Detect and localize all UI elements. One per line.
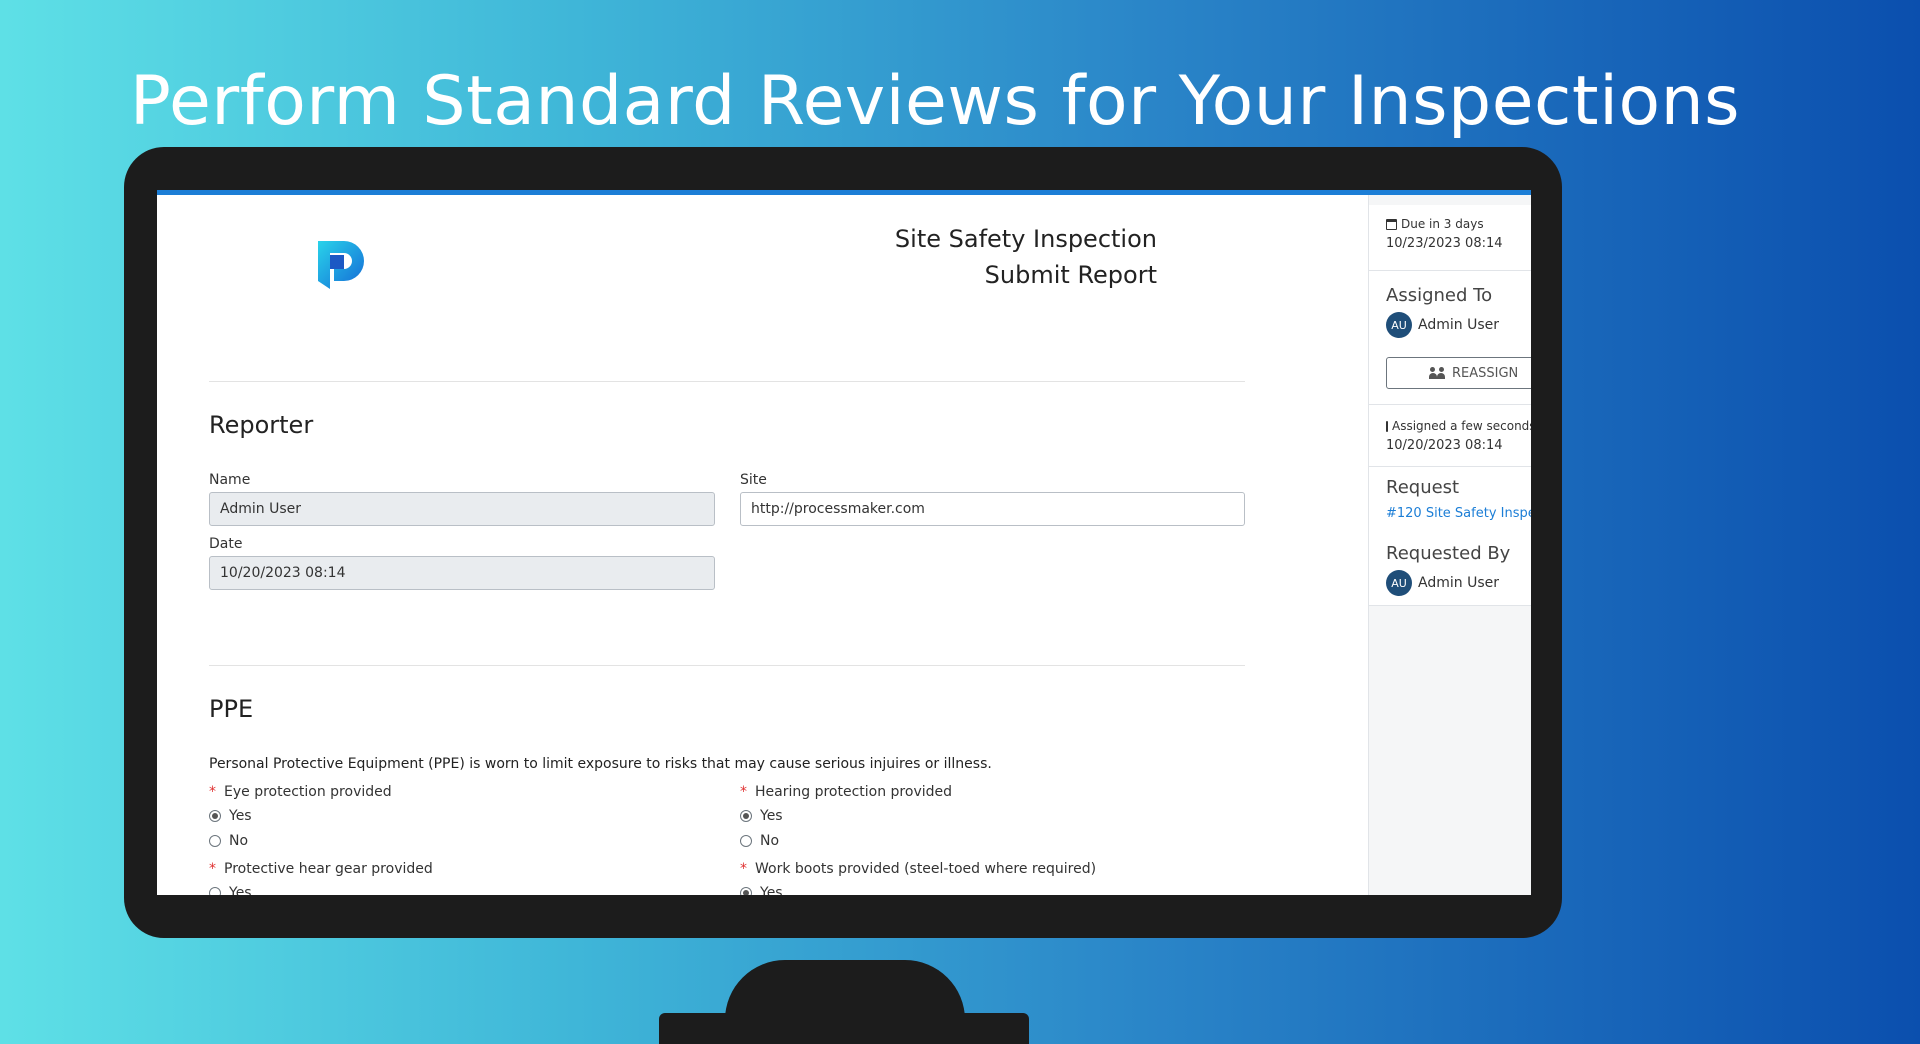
required-mark: * bbox=[740, 784, 747, 800]
assigned-text: Assigned a few seconds ago bbox=[1392, 419, 1531, 433]
radio-eye-yes[interactable]: Yes bbox=[209, 808, 252, 824]
radio-label: No bbox=[229, 833, 249, 849]
date-label: Date bbox=[209, 536, 243, 552]
reporter-section-title: Reporter bbox=[209, 411, 314, 439]
app-screen: Site Safety Inspection Submit Report Rep… bbox=[157, 190, 1531, 895]
due-block: Due in 3 days 10/23/2023 08:14 bbox=[1369, 205, 1531, 271]
site-label: Site bbox=[740, 472, 767, 488]
name-field[interactable] bbox=[209, 492, 715, 526]
radio-head-gear-yes[interactable]: Yes bbox=[209, 885, 252, 895]
monitor-stand-neck bbox=[725, 960, 965, 1020]
processmaker-logo-icon bbox=[318, 241, 364, 289]
radio-eye-no[interactable]: No bbox=[209, 833, 248, 849]
question-label: Hearing protection provided bbox=[755, 784, 953, 800]
radio-selected-icon bbox=[209, 810, 221, 822]
form-title: Site Safety Inspection bbox=[894, 225, 1157, 253]
ppe-section-title: PPE bbox=[209, 695, 254, 723]
form-pane: Site Safety Inspection Submit Report Rep… bbox=[157, 195, 1368, 895]
requester: AU Admin User bbox=[1386, 570, 1531, 596]
avatar: AU bbox=[1386, 570, 1412, 596]
required-mark: * bbox=[740, 861, 747, 877]
assignee: AU Admin User bbox=[1386, 312, 1531, 338]
radio-empty-icon bbox=[209, 887, 221, 895]
radio-label: Yes bbox=[760, 885, 783, 895]
name-label: Name bbox=[209, 472, 251, 488]
radio-empty-icon bbox=[740, 835, 752, 847]
divider bbox=[209, 381, 1245, 382]
request-link[interactable]: #120 Site Safety Inspection bbox=[1386, 506, 1531, 521]
radio-selected-icon bbox=[740, 887, 752, 895]
radio-label: Yes bbox=[229, 885, 252, 895]
radio-empty-icon bbox=[209, 835, 221, 847]
assigned-block: Assigned a few seconds ago 10/20/2023 08… bbox=[1369, 405, 1531, 467]
question-label: Work boots provided (steel-toed where re… bbox=[755, 861, 1097, 877]
required-mark: * bbox=[209, 861, 216, 877]
request-heading: Request bbox=[1386, 477, 1460, 498]
ppe-description: Personal Protective Equipment (PPE) is w… bbox=[209, 756, 992, 772]
requested-by-heading: Requested By bbox=[1386, 543, 1511, 564]
form-subtitle: Submit Report bbox=[984, 261, 1157, 289]
calendar-icon bbox=[1386, 218, 1397, 230]
site-field[interactable] bbox=[740, 492, 1245, 526]
monitor-stand-base bbox=[659, 1013, 1029, 1044]
radio-label: Yes bbox=[229, 808, 252, 824]
assigned-label: Assigned a few seconds ago bbox=[1386, 419, 1531, 433]
assignee-name: Admin User bbox=[1418, 317, 1499, 333]
radio-label: Yes bbox=[760, 808, 783, 824]
assigned-date: 10/20/2023 08:14 bbox=[1386, 438, 1503, 453]
avatar: AU bbox=[1386, 312, 1412, 338]
radio-label: No bbox=[760, 833, 780, 849]
users-icon bbox=[1429, 367, 1447, 379]
question-label: Eye protection provided bbox=[224, 784, 392, 800]
headline: Perform Standard Reviews for Your Inspec… bbox=[129, 62, 1741, 141]
calendar-icon bbox=[1386, 420, 1388, 432]
question-work-boots: * Work boots provided (steel-toed where r… bbox=[740, 861, 1096, 877]
assigned-to-heading: Assigned To bbox=[1386, 285, 1493, 306]
radio-hearing-yes[interactable]: Yes bbox=[740, 808, 783, 824]
due-date: 10/23/2023 08:14 bbox=[1386, 236, 1503, 251]
reassign-label: REASSIGN bbox=[1452, 365, 1519, 381]
request-block: Request #120 Site Safety Inspection Requ… bbox=[1369, 467, 1531, 606]
reassign-button[interactable]: REASSIGN bbox=[1386, 357, 1531, 389]
divider bbox=[209, 665, 1245, 666]
question-label: Protective hear gear provided bbox=[224, 861, 433, 877]
due-label: Due in 3 days bbox=[1386, 217, 1531, 231]
radio-boots-yes[interactable]: Yes bbox=[740, 885, 783, 895]
radio-hearing-no[interactable]: No bbox=[740, 833, 779, 849]
date-field[interactable] bbox=[209, 556, 715, 590]
radio-selected-icon bbox=[740, 810, 752, 822]
question-head-gear: * Protective hear gear provided bbox=[209, 861, 433, 877]
question-eye-protection: * Eye protection provided bbox=[209, 784, 392, 800]
requester-name: Admin User bbox=[1418, 575, 1499, 591]
task-sidebar: Due in 3 days 10/23/2023 08:14 Assigned … bbox=[1368, 195, 1531, 895]
due-text: Due in 3 days bbox=[1401, 217, 1484, 231]
required-mark: * bbox=[209, 784, 216, 800]
question-hearing-protection: * Hearing protection provided bbox=[740, 784, 952, 800]
